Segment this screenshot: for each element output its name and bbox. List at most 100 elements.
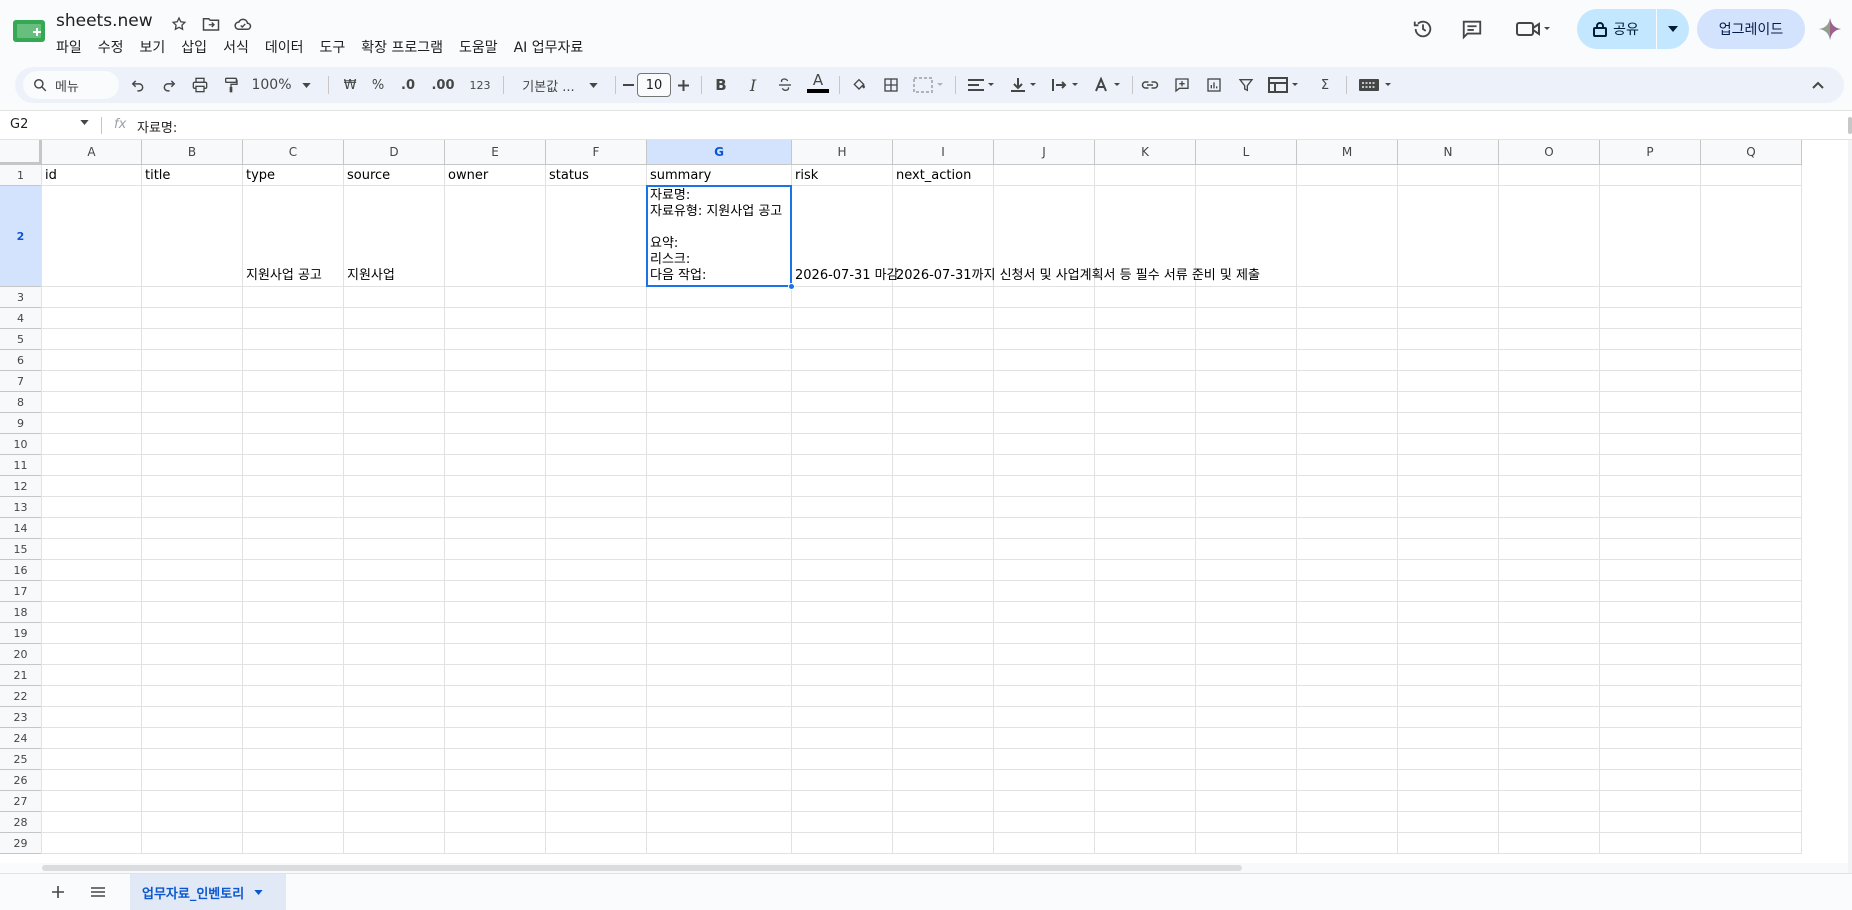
row-header-22[interactable]: 22 xyxy=(0,686,42,707)
header-cell-id[interactable]: id xyxy=(45,168,57,184)
comments-icon[interactable] xyxy=(1452,9,1492,49)
font-family-select[interactable]: 기본값 ... xyxy=(512,67,608,103)
row-header-5[interactable]: 5 xyxy=(0,329,42,350)
star-icon[interactable] xyxy=(168,13,190,35)
menu-search[interactable]: 메뉴 xyxy=(23,71,119,99)
gemini-sparkle-icon[interactable] xyxy=(1818,17,1842,41)
menu-edit[interactable]: 수정 xyxy=(90,36,132,58)
input-tools-icon[interactable] xyxy=(1353,67,1401,103)
collapse-toolbar-icon[interactable] xyxy=(1803,67,1833,103)
redo-icon[interactable] xyxy=(156,67,182,103)
column-header-g[interactable]: G xyxy=(647,140,792,165)
chevron-down-icon[interactable] xyxy=(254,889,263,895)
row-header-20[interactable]: 20 xyxy=(0,644,42,665)
font-size-input[interactable]: 10 xyxy=(637,73,671,97)
column-header-p[interactable]: P xyxy=(1600,140,1701,165)
merge-cells-icon[interactable] xyxy=(908,67,948,103)
meet-video-icon[interactable] xyxy=(1508,9,1558,49)
row-header-4[interactable]: 4 xyxy=(0,308,42,329)
print-icon[interactable] xyxy=(187,67,213,103)
menu-format[interactable]: 서식 xyxy=(215,36,257,58)
menu-extensions[interactable]: 확장 프로그램 xyxy=(353,36,451,58)
header-cell-summary[interactable]: summary xyxy=(650,168,711,184)
version-history-icon[interactable] xyxy=(1403,9,1443,49)
menu-ai-docs[interactable]: AI 업무자료 xyxy=(506,36,592,58)
sheet-tab-active[interactable]: 업무자료_인벤토리 xyxy=(130,874,286,910)
formula-input[interactable]: 자료명: xyxy=(137,117,177,136)
chevron-down-icon[interactable] xyxy=(80,120,89,125)
header-cell-owner[interactable]: owner xyxy=(448,168,488,184)
row-header-10[interactable]: 10 xyxy=(0,434,42,455)
more-formats-button[interactable]: 123 xyxy=(463,67,497,103)
row-header-12[interactable]: 12 xyxy=(0,476,42,497)
header-cell-type[interactable]: type xyxy=(246,168,275,184)
fill-handle[interactable] xyxy=(788,283,795,290)
sheets-logo-icon[interactable] xyxy=(13,18,45,44)
select-all-corner[interactable] xyxy=(0,140,42,165)
row-header-28[interactable]: 28 xyxy=(0,812,42,833)
row-header-26[interactable]: 26 xyxy=(0,770,42,791)
cell-i2[interactable]: 2026-07-31까지 신청서 및 사업계획서 등 필수 서류 준비 및 제출 xyxy=(896,268,1260,284)
row-header-9[interactable]: 9 xyxy=(0,413,42,434)
row-header-6[interactable]: 6 xyxy=(0,350,42,371)
borders-icon[interactable] xyxy=(878,67,904,103)
increase-font-size-icon[interactable] xyxy=(673,67,693,103)
move-folder-icon[interactable] xyxy=(200,13,222,35)
row-header-25[interactable]: 25 xyxy=(0,749,42,770)
header-cell-status[interactable]: status xyxy=(549,168,589,184)
row-header-14[interactable]: 14 xyxy=(0,518,42,539)
row-header-3[interactable]: 3 xyxy=(0,287,42,308)
filter-icon[interactable] xyxy=(1233,67,1259,103)
upgrade-button[interactable]: 업그레이드 xyxy=(1697,9,1805,49)
share-button[interactable]: 공유 xyxy=(1577,9,1655,49)
row-header-15[interactable]: 15 xyxy=(0,539,42,560)
column-header-n[interactable]: N xyxy=(1398,140,1499,165)
percent-format-button[interactable]: % xyxy=(366,67,390,103)
menu-tools[interactable]: 도구 xyxy=(311,36,353,58)
column-header-h[interactable]: H xyxy=(792,140,893,165)
filter-views-icon[interactable] xyxy=(1264,67,1304,103)
decrease-font-size-icon[interactable] xyxy=(619,67,637,103)
header-cell-risk[interactable]: risk xyxy=(795,168,818,184)
row-header-27[interactable]: 27 xyxy=(0,791,42,812)
decrease-decimal-button[interactable]: .0 xyxy=(394,67,422,103)
column-header-e[interactable]: E xyxy=(445,140,546,165)
header-cell-next_action[interactable]: next_action xyxy=(896,168,971,184)
row-header-18[interactable]: 18 xyxy=(0,602,42,623)
row-header-2[interactable]: 2 xyxy=(0,186,42,287)
row-header-13[interactable]: 13 xyxy=(0,497,42,518)
horizontal-scrollbar[interactable] xyxy=(42,863,1848,873)
column-header-a[interactable]: A xyxy=(42,140,142,165)
text-rotation-icon[interactable] xyxy=(1089,67,1125,103)
row-header-19[interactable]: 19 xyxy=(0,623,42,644)
row-header-23[interactable]: 23 xyxy=(0,707,42,728)
column-header-c[interactable]: C xyxy=(243,140,344,165)
column-header-j[interactable]: J xyxy=(994,140,1095,165)
strikethrough-icon[interactable] xyxy=(773,67,797,103)
header-cell-source[interactable]: source xyxy=(347,168,390,184)
row-header-29[interactable]: 29 xyxy=(0,833,42,854)
text-color-button[interactable]: A xyxy=(805,67,831,103)
cell-d2[interactable]: 지원사업 xyxy=(347,268,395,284)
column-header-m[interactable]: M xyxy=(1297,140,1398,165)
cell-h2[interactable]: 2026-07-31 마감 xyxy=(795,268,899,284)
document-title[interactable]: sheets.new xyxy=(56,11,153,31)
menu-data[interactable]: 데이터 xyxy=(257,36,312,58)
insert-link-icon[interactable] xyxy=(1137,67,1163,103)
formula-bar-resize-handle[interactable] xyxy=(1848,117,1852,134)
italic-button[interactable]: I xyxy=(741,67,765,103)
fill-color-icon[interactable] xyxy=(846,67,872,103)
column-header-q[interactable]: Q xyxy=(1701,140,1802,165)
header-cell-title[interactable]: title xyxy=(145,168,170,184)
add-sheet-icon[interactable] xyxy=(40,874,76,910)
bold-button[interactable]: B xyxy=(709,67,733,103)
column-header-o[interactable]: O xyxy=(1499,140,1600,165)
menu-file[interactable]: 파일 xyxy=(48,36,90,58)
vertical-align-icon[interactable] xyxy=(1005,67,1041,103)
paint-format-icon[interactable] xyxy=(218,67,244,103)
menu-insert[interactable]: 삽입 xyxy=(173,36,215,58)
column-header-f[interactable]: F xyxy=(546,140,647,165)
row-header-21[interactable]: 21 xyxy=(0,665,42,686)
row-header-17[interactable]: 17 xyxy=(0,581,42,602)
name-box[interactable]: G2 xyxy=(10,117,28,132)
